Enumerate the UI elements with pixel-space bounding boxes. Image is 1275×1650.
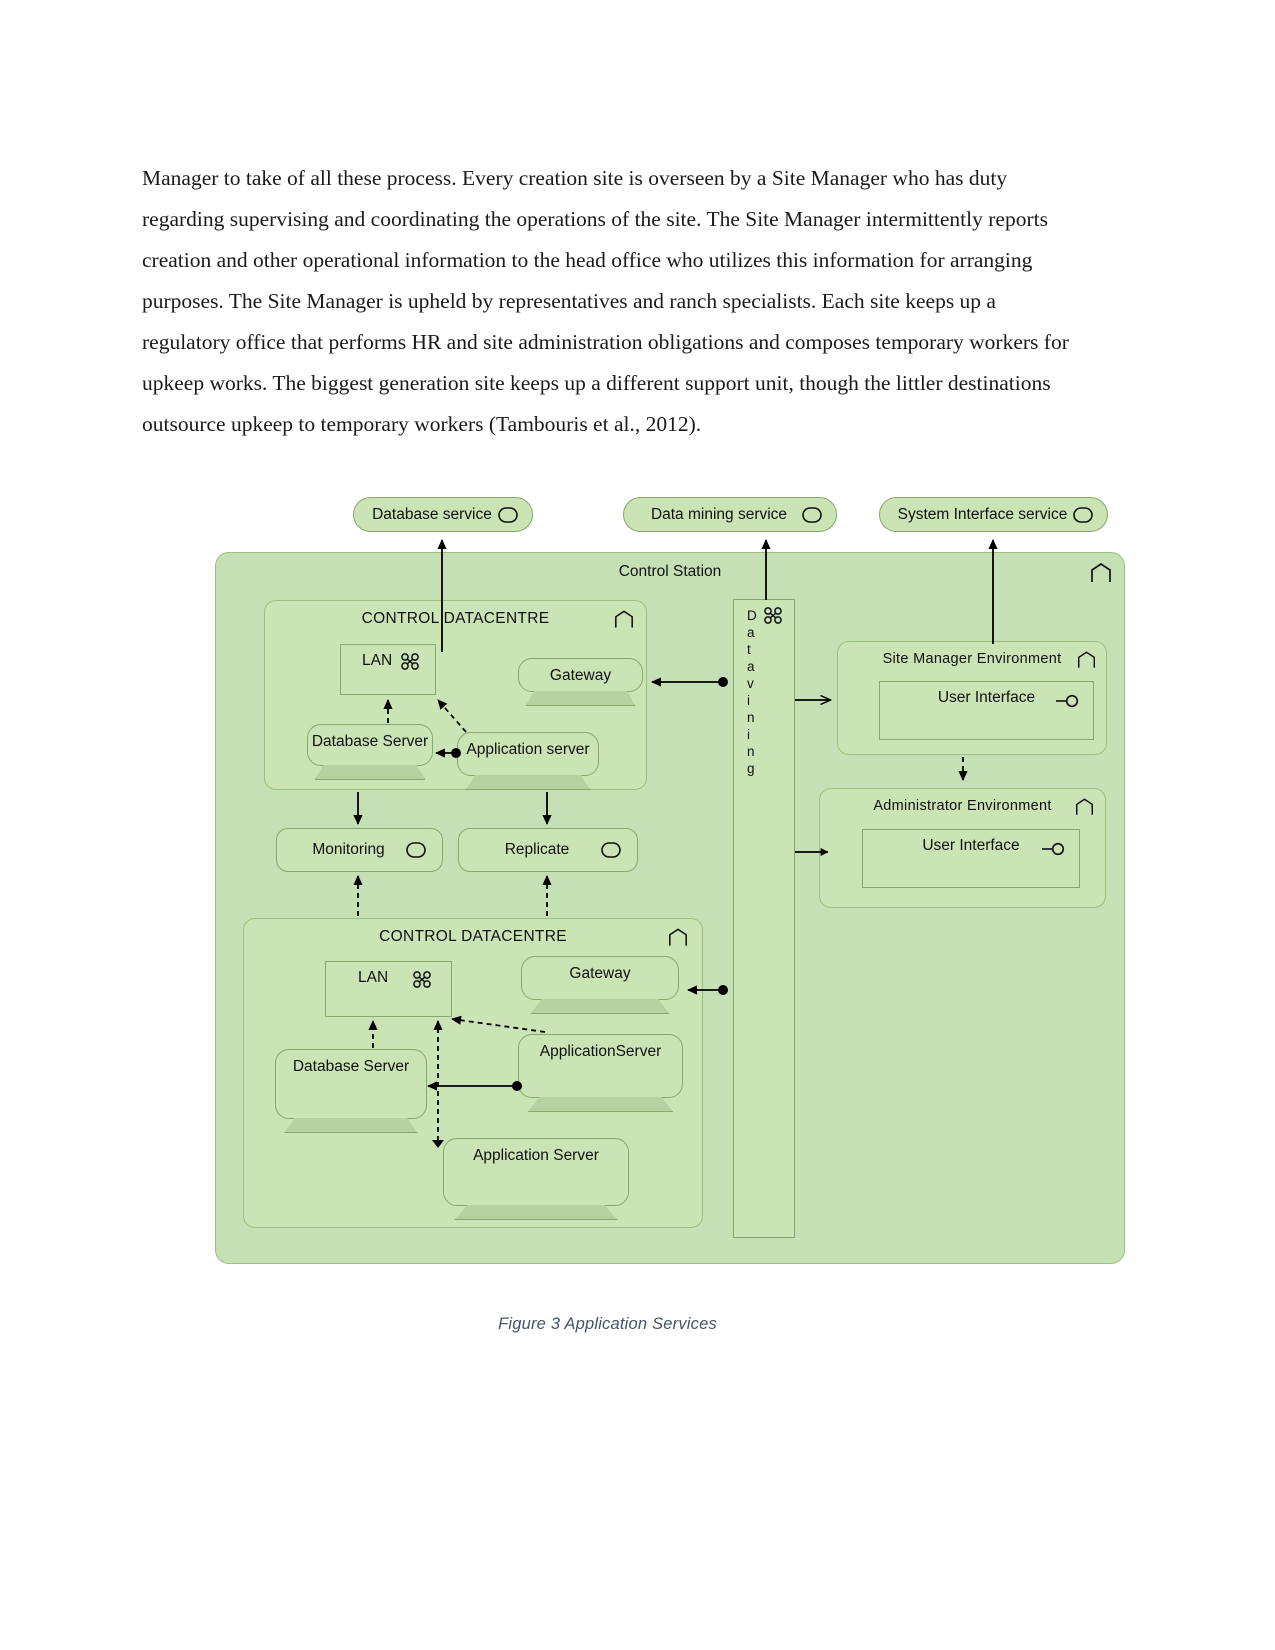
network-icon — [413, 971, 435, 988]
column-letter-0: D — [747, 608, 757, 623]
user-interface-administrator[interactable]: User Interface — [862, 829, 1080, 888]
device-label: Gateway — [549, 667, 612, 684]
grouping-label: Control Station — [618, 563, 722, 580]
device-gateway-upper[interactable]: Gateway — [518, 658, 643, 706]
service-replicate[interactable]: Replicate — [458, 828, 638, 872]
column-letter-7: i — [747, 727, 750, 742]
device-database-server-lower[interactable]: Database Server — [275, 1049, 427, 1133]
device-gateway-lower[interactable]: Gateway — [521, 956, 679, 1014]
lan-lower[interactable]: LAN — [325, 961, 452, 1017]
device-stand — [525, 691, 636, 706]
column-letter-4: v — [747, 676, 754, 691]
node-icon — [1090, 563, 1112, 583]
interface-icon — [1056, 694, 1080, 708]
figure-caption: Figure 3 Application Services — [498, 1315, 717, 1333]
service-database-service[interactable]: Database service — [353, 497, 533, 532]
node-icon — [668, 928, 688, 947]
node-icon — [614, 610, 634, 629]
interface-icon — [1042, 842, 1066, 856]
column-letter-9: g — [747, 761, 755, 776]
node-label: Site Manager Environment — [882, 651, 1062, 667]
node-label: Administrator Environment — [873, 798, 1052, 814]
lan-upper[interactable]: LAN — [340, 644, 436, 695]
service-icon — [406, 842, 426, 858]
service-icon — [802, 507, 822, 523]
device-application-server-upper[interactable]: Application server — [457, 732, 599, 790]
service-system-interface-service[interactable]: System Interface service — [879, 497, 1108, 532]
device-stand — [527, 1097, 674, 1112]
device-stand — [314, 765, 426, 780]
device-application-server-lower-2[interactable]: Application Server — [443, 1138, 629, 1220]
device-database-server-upper[interactable]: Database Server — [307, 724, 433, 780]
column-letter-1: a — [747, 625, 755, 640]
network-icon — [401, 653, 423, 670]
figure-application-services: Database service Data mining service Sys… — [0, 478, 1275, 1378]
service-icon — [1073, 507, 1093, 523]
user-interface-site-manager[interactable]: User Interface — [879, 681, 1094, 740]
service-icon — [601, 842, 621, 858]
column-letter-8: n — [747, 744, 755, 759]
node-label: CONTROL DATACENTRE — [361, 610, 550, 627]
service-monitoring[interactable]: Monitoring — [276, 828, 443, 872]
device-label: Database Server — [292, 1058, 410, 1075]
column-letter-6: n — [747, 710, 755, 725]
column-letter-5: i — [747, 693, 750, 708]
node-label: CONTROL DATACENTRE — [379, 928, 567, 945]
device-application-server-lower-1[interactable]: ApplicationServer — [518, 1034, 683, 1112]
device-stand — [284, 1118, 418, 1133]
device-label: Database Server — [311, 733, 429, 750]
column-letter-3: a — [747, 659, 755, 674]
device-label: Application Server — [473, 1147, 599, 1164]
device-label: Application server — [466, 741, 590, 758]
device-stand — [465, 775, 591, 790]
node-icon — [1075, 798, 1094, 816]
device-stand — [454, 1205, 618, 1220]
column-letter-2: t — [747, 642, 751, 657]
node-icon — [1077, 651, 1096, 669]
device-label: ApplicationServer — [539, 1043, 662, 1060]
device-stand — [530, 999, 670, 1014]
node-data-mining-column[interactable]: D a t a v i n i n g — [733, 599, 795, 1238]
body-paragraph: Manager to take of all these process. Ev… — [142, 165, 1069, 436]
service-icon — [498, 507, 518, 523]
service-data-mining-service[interactable]: Data mining service — [623, 497, 837, 532]
device-label: Gateway — [569, 965, 631, 982]
